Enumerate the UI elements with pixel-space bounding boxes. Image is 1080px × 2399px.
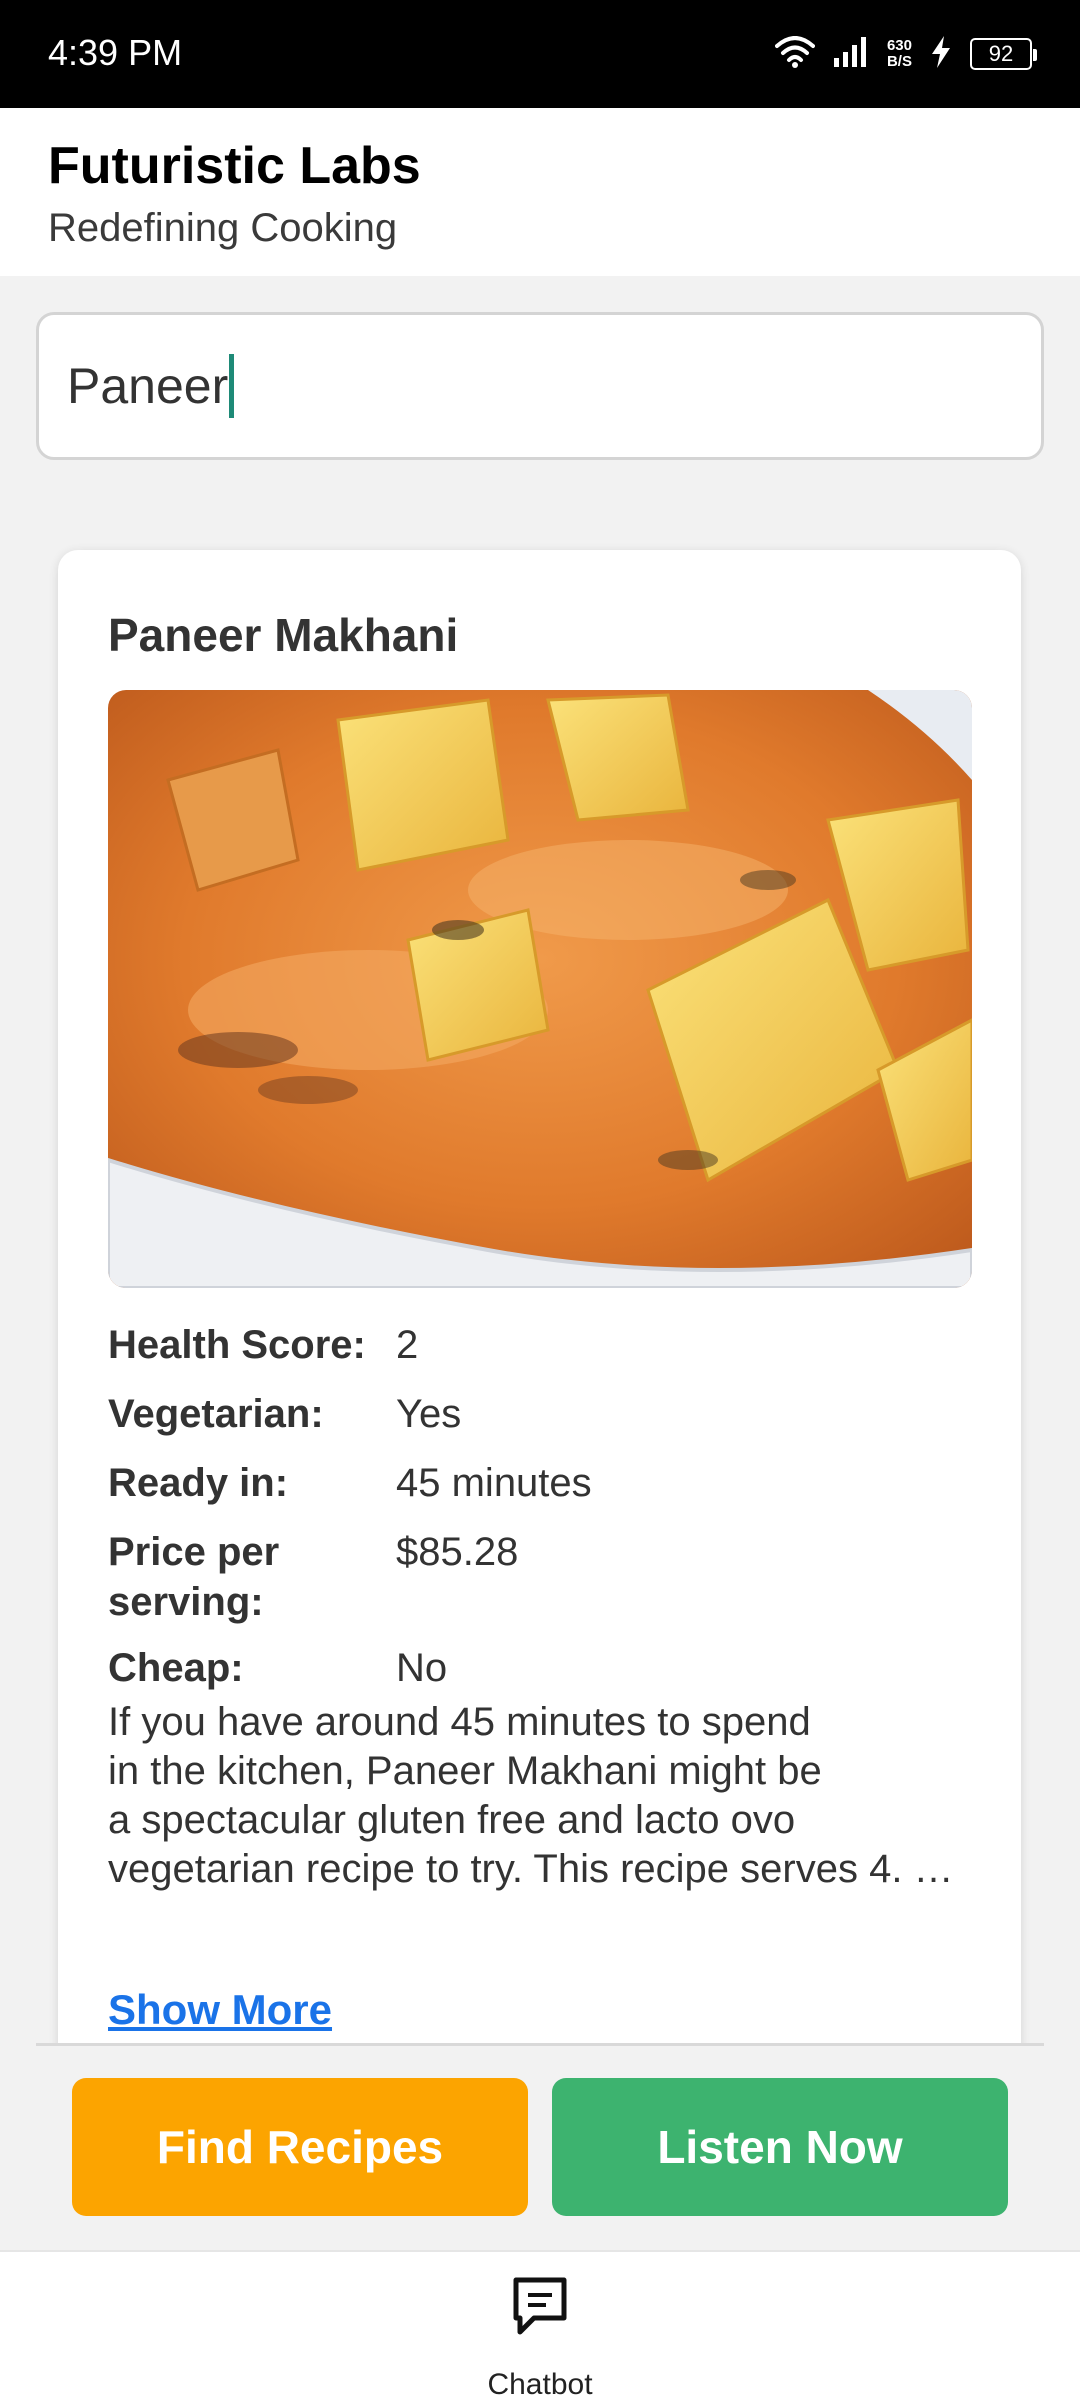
results-list[interactable]: Paneer Makhani Health Score: 2 Vegetaria… [0,510,1080,2044]
app-header: Futuristic Labs Redefining Cooking [0,108,1080,276]
net-speed-value: 630 [886,37,912,54]
detail-ready-in: Ready in: 45 minutes [108,1458,972,1518]
listen-now-button[interactable]: Listen Now [552,2078,1008,2216]
nav-item-chatbot[interactable]: Chatbot [440,2252,640,2399]
app-title: Futuristic Labs [48,137,421,195]
net-speed-unit: B/S [886,53,912,70]
detail-label: Ready in: [108,1461,289,1505]
app-subtitle: Redefining Cooking [48,206,398,250]
status-time: 4:39 PM [48,32,183,73]
recipe-card[interactable]: Paneer Makhani Health Score: 2 Vegetaria… [58,550,1021,2044]
search-input[interactable]: Paneer [36,312,1044,460]
detail-label: Cheap: [108,1646,244,1690]
detail-value: $85.28 [396,1530,519,1574]
net-speed: 630 B/S [887,38,912,70]
divider [36,2043,1044,2046]
wifi-icon [774,35,815,73]
find-recipes-button[interactable]: Find Recipes [72,2078,528,2216]
nav-label-chatbot: Chatbot [487,2368,593,2399]
detail-value: 2 [396,1323,419,1367]
recipe-title: Paneer Makhani [108,609,459,661]
detail-health-score: Health Score: 2 [108,1320,972,1380]
status-bar: 4:39 PM 630 B/S 92 [0,0,1080,108]
recipe-image [108,690,972,1288]
charging-icon [930,35,952,74]
recipe-description: If you have around 45 minutes to spend i… [108,1700,954,1891]
text-caret [229,354,235,418]
detail-value: No [396,1646,448,1690]
bottom-nav: Chatbot [0,2250,1080,2399]
detail-label: Vegetarian: [108,1392,324,1436]
battery-icon: 92 [970,38,1037,70]
detail-vegetarian: Vegetarian: Yes [108,1389,972,1449]
signal-icon [833,36,869,73]
battery-level: 92 [988,41,1014,66]
detail-label: Price per serving: [108,1530,280,1624]
detail-price-per-serving: Price per serving: $85.28 [108,1527,972,1637]
detail-value: Yes [396,1392,462,1436]
show-more-link[interactable]: Show More [108,1986,332,2034]
chat-icon [512,2276,568,2340]
detail-label: Health Score: [108,1323,366,1367]
search-input-value[interactable]: Paneer [67,357,228,415]
detail-cheap: Cheap: No [108,1643,972,1703]
status-icons: 630 B/S 92 [774,30,1037,78]
detail-value: 45 minutes [396,1461,592,1505]
